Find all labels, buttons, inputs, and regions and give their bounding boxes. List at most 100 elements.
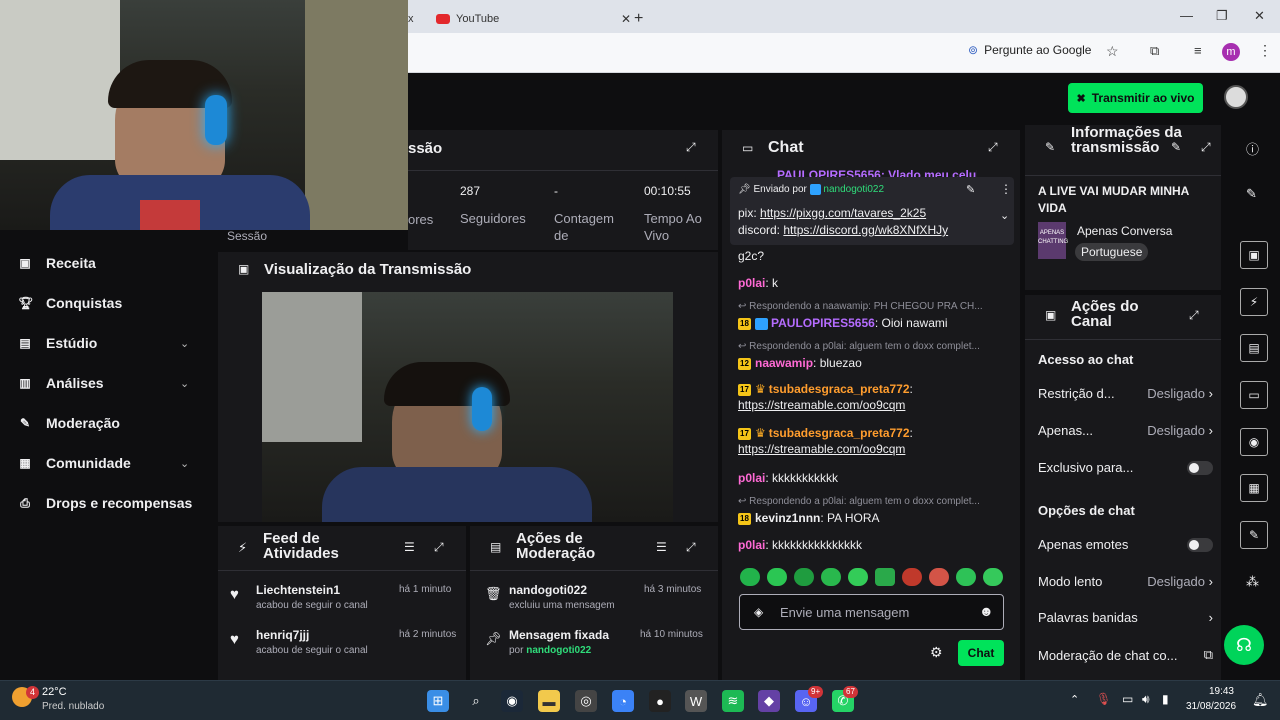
emote-icon[interactable]: [740, 568, 760, 586]
chevron-down-icon[interactable]: ⌄: [180, 337, 189, 350]
emote-only-setting[interactable]: Apenas emotes: [1038, 537, 1213, 552]
battery-icon[interactable]: ▮: [1162, 692, 1169, 706]
category-name[interactable]: Apenas Conversa: [1077, 224, 1172, 238]
nav-conquistas[interactable]: 🏆︎ Conquistas: [18, 295, 122, 311]
reply-context[interactable]: ↩ Respondendo a naawamip: PH CHEGOU PRA …: [738, 301, 983, 312]
pix-link[interactable]: https://pixgg.com/tavares_2k25: [760, 206, 926, 220]
filter-icon[interactable]: ☰: [404, 540, 415, 554]
user-avatar[interactable]: [1224, 85, 1248, 109]
chat-input[interactable]: ◈ Envie uma mensagem ☻: [739, 594, 1004, 630]
edit-icon[interactable]: ✎: [1171, 140, 1181, 154]
info-icon[interactable]: ⓘ: [1246, 139, 1259, 158]
menu-icon[interactable]: ⋮: [1258, 42, 1272, 59]
spotify-icon[interactable]: ≋: [722, 690, 744, 712]
emote-icon[interactable]: [848, 568, 868, 586]
emote-icon[interactable]: [794, 568, 814, 586]
only-setting[interactable]: Apenas... Desligado ›: [1038, 423, 1213, 438]
nav-drops[interactable]: ⎙ Drops e recompensas: [18, 495, 192, 511]
wps-icon[interactable]: W: [685, 690, 707, 712]
banned-words-setting[interactable]: Palavras banidas ›: [1038, 610, 1213, 625]
network-icon[interactable]: ▭: [1122, 692, 1133, 706]
extensions-icon[interactable]: ⧉: [1150, 43, 1159, 59]
list-item[interactable]: 🗑︎ nandogoti022 excluiu uma mensagem há …: [470, 578, 710, 618]
expand-icon[interactable]: ⤢: [686, 140, 696, 155]
pinned-message[interactable]: 📌︎ Enviado por nandogoti022 ✎ ⋮ pix: htt…: [730, 177, 1014, 245]
quick-action-icon[interactable]: ▣: [1240, 241, 1268, 269]
dots-icon[interactable]: ⁂: [1246, 574, 1259, 590]
filter-icon[interactable]: ☰: [656, 540, 667, 554]
reply-context[interactable]: ↩ Respondendo a p0lai: alguem tem o doxx…: [738, 341, 980, 352]
emote-icon[interactable]: [902, 568, 922, 586]
list-item[interactable]: ♥ Liechtenstein1 acabou de seguir o cana…: [218, 578, 458, 618]
obs-icon[interactable]: ◎: [575, 690, 597, 712]
emote-icon[interactable]: [983, 568, 1003, 586]
emote-icon[interactable]: [821, 568, 841, 586]
play-icon[interactable]: ◉: [1240, 428, 1268, 456]
profile-avatar[interactable]: m: [1222, 43, 1240, 61]
steam-icon[interactable]: ◉: [501, 690, 523, 712]
windows-start-icon[interactable]: ⊞: [427, 690, 449, 712]
nav-analises[interactable]: ▥ Análises: [18, 375, 103, 391]
chat-moderation-setting[interactable]: Moderação de chat co... ⧉: [1038, 647, 1213, 663]
chevron-down-icon[interactable]: ⌄: [180, 377, 189, 390]
emote-icon[interactable]: [767, 568, 787, 586]
go-live-button[interactable]: ✖ Transmitir ao vivo: [1068, 83, 1203, 113]
media-icon[interactable]: ≡: [1194, 43, 1202, 58]
list-icon[interactable]: ▤: [1240, 334, 1268, 362]
chevron-up-icon[interactable]: ⌃: [1070, 693, 1079, 706]
chevron-down-icon[interactable]: ⌄: [180, 457, 189, 470]
list-item[interactable]: 📌︎ Mensagem fixada por nandogoti022 há 1…: [470, 623, 710, 663]
emote-icon[interactable]: [929, 568, 949, 586]
chat-send-button[interactable]: Chat: [958, 640, 1004, 666]
stream-video[interactable]: [262, 292, 673, 522]
nav-estudio[interactable]: ▤ Estúdio: [18, 335, 97, 351]
chevron-down-icon[interactable]: ⌄: [1000, 209, 1009, 222]
star-icon[interactable]: ☆: [1106, 43, 1119, 60]
tab-close-left[interactable]: x: [408, 4, 428, 33]
edit-icon[interactable]: ✎: [1246, 186, 1257, 202]
expand-icon[interactable]: ⤢: [988, 140, 998, 155]
minimize-icon[interactable]: —: [1180, 8, 1193, 23]
support-button[interactable]: ☊: [1224, 625, 1264, 665]
reply-context[interactable]: ↩ Respondendo a p0lai: alguem tem o doxx…: [738, 496, 980, 507]
exclusive-setting[interactable]: Exclusivo para...: [1038, 460, 1213, 475]
nav-moderacao[interactable]: ✎ Moderação: [18, 415, 120, 431]
slow-mode-setting[interactable]: Modo lento Desligado ›: [1038, 574, 1213, 589]
nav-comunidade[interactable]: ▦ Comunidade: [18, 455, 130, 471]
exclusive-toggle[interactable]: [1187, 460, 1213, 475]
emote-icon[interactable]: [956, 568, 976, 586]
ask-google-button[interactable]: ⊚ Pergunte ao Google: [968, 43, 1091, 57]
nav-receita[interactable]: ▣ Receita: [18, 255, 95, 271]
save-icon[interactable]: ▦: [1240, 474, 1268, 502]
notification-icon[interactable]: 🔔︎: [1252, 692, 1269, 708]
expand-icon[interactable]: ⤢: [434, 540, 444, 555]
more-icon[interactable]: ⋮: [1000, 182, 1012, 196]
volume-icon[interactable]: 🔊︎: [1142, 692, 1150, 707]
app-icon[interactable]: ●: [649, 690, 671, 712]
lightning-icon[interactable]: ⚡︎: [1240, 288, 1268, 316]
list-item[interactable]: ♥ henriq7jjj acabou de seguir o canal há…: [218, 623, 458, 663]
emote-only-toggle[interactable]: [1187, 537, 1213, 552]
chrome-icon[interactable]: ◔: [612, 690, 634, 712]
new-tab-button[interactable]: +: [634, 4, 643, 33]
close-icon[interactable]: ✕: [621, 12, 631, 26]
tab-youtube[interactable]: YouTube ✕: [436, 4, 631, 33]
emote-icon[interactable]: [875, 568, 895, 586]
restriction-setting[interactable]: Restrição d... Desligado ›: [1038, 386, 1213, 401]
language-tag[interactable]: Portuguese: [1075, 243, 1149, 261]
folder-icon[interactable]: ▬: [538, 690, 560, 712]
wrench-icon[interactable]: ✎: [1240, 521, 1268, 549]
gear-icon[interactable]: ⚙: [930, 644, 943, 661]
expand-icon[interactable]: ⤢: [1201, 140, 1211, 155]
streamlabs-icon[interactable]: ◆: [758, 690, 780, 712]
microphone-icon[interactable]: 🎙︎: [1096, 692, 1111, 706]
close-window-icon[interactable]: ✕: [1254, 8, 1265, 24]
unpin-icon[interactable]: ✎: [966, 183, 975, 196]
expand-icon[interactable]: ⤢: [1189, 308, 1199, 323]
discord-link[interactable]: https://discord.gg/wk8XNfXHJy: [783, 223, 948, 237]
emoji-icon[interactable]: ☻: [979, 603, 994, 619]
search-icon[interactable]: ⌕: [465, 690, 487, 712]
maximize-icon[interactable]: ❐: [1216, 8, 1228, 24]
expand-icon[interactable]: ⤢: [686, 540, 696, 555]
bits-icon[interactable]: ◈: [754, 605, 763, 619]
